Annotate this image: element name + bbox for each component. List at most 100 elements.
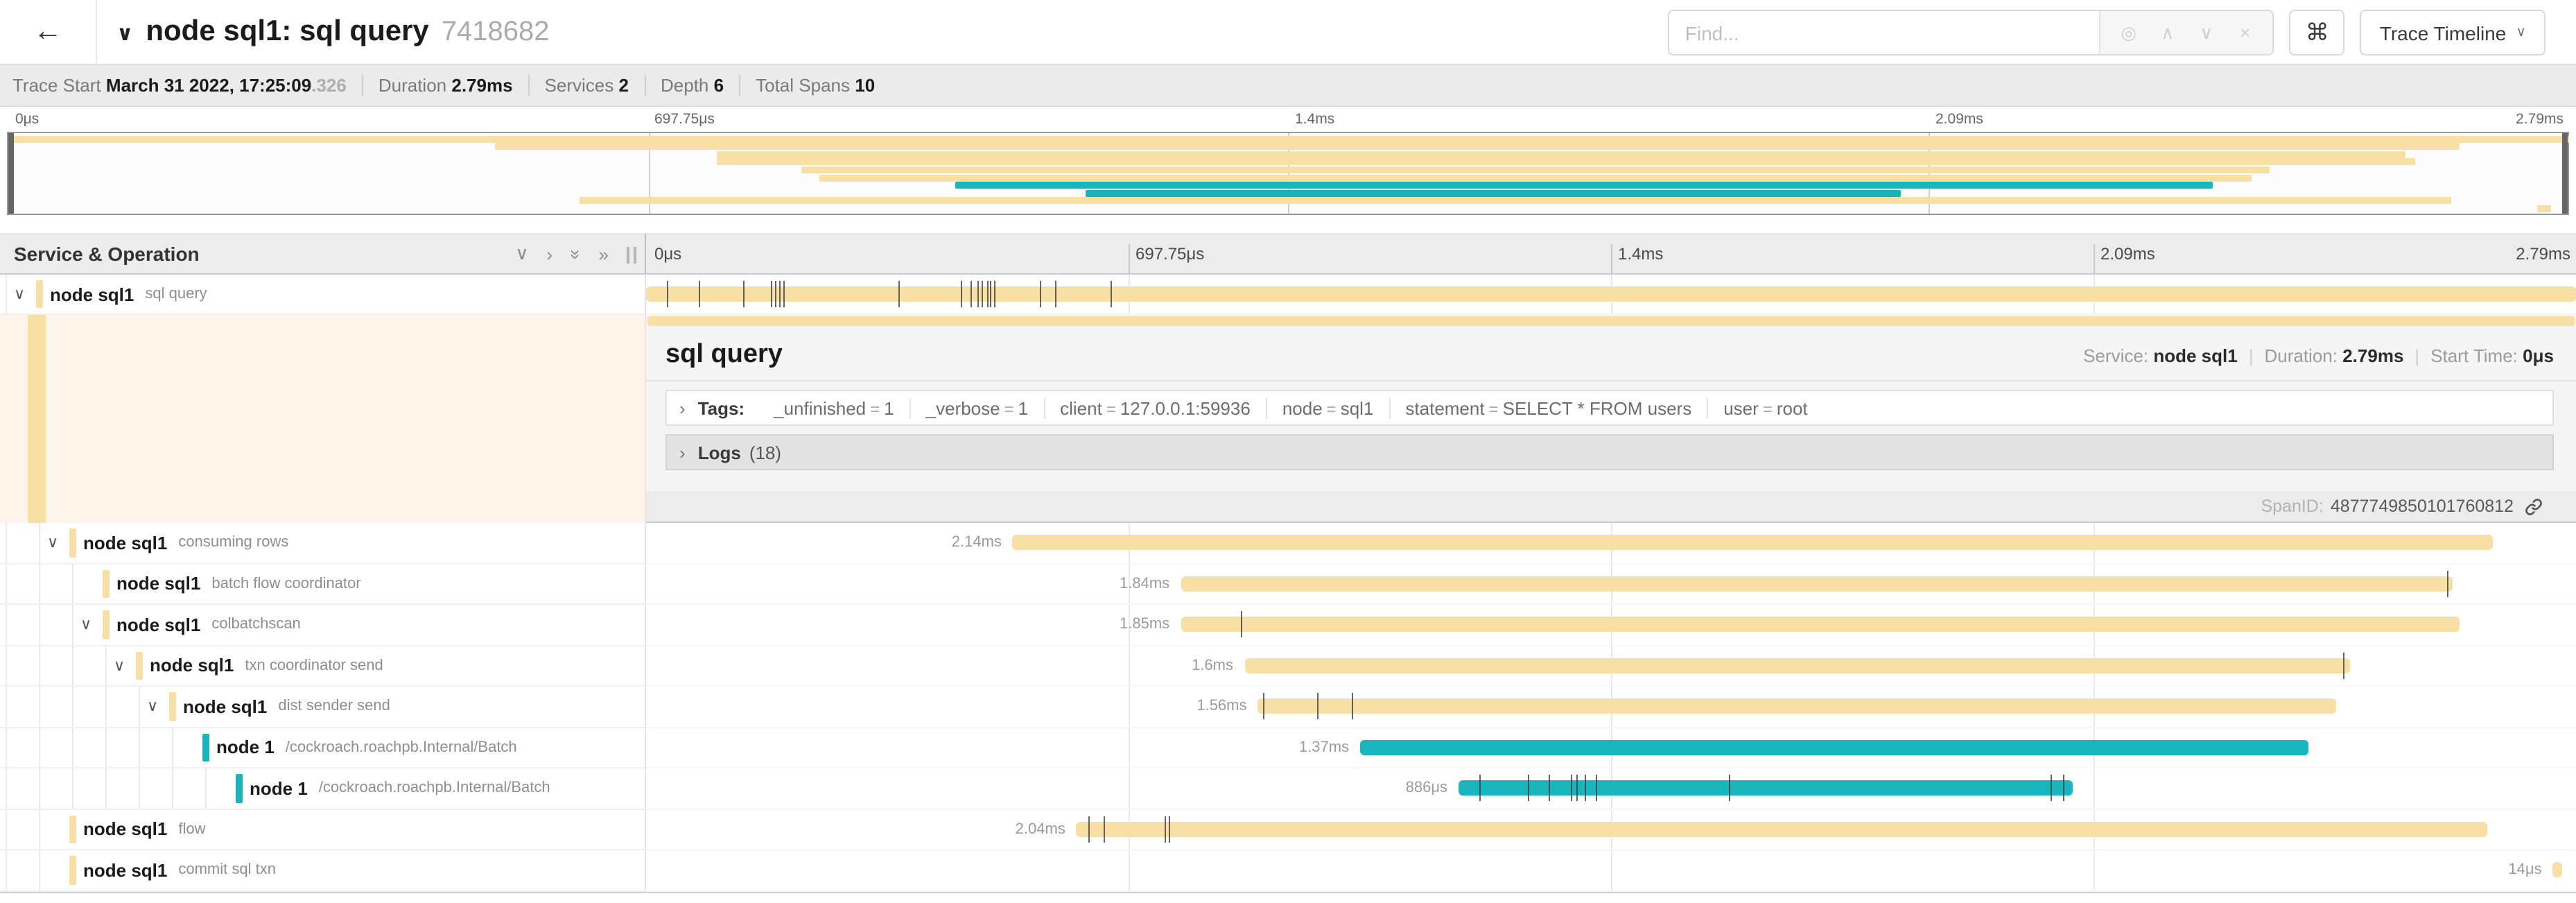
minimap-span-bar: [717, 150, 2405, 157]
log-marker: [1165, 816, 1167, 843]
span-name-cell[interactable]: node sql1flow: [0, 809, 646, 850]
expand-collapse-icon[interactable]: ∨: [114, 657, 125, 675]
span-bar-cell[interactable]: 1.84ms: [646, 564, 2576, 605]
minimap-span-bar: [819, 174, 2252, 181]
column-resizer[interactable]: [627, 247, 636, 264]
span-detail-header: sql query Service: node sql1|Duration: 2…: [646, 326, 2576, 381]
span-operation-name: sql query: [145, 286, 207, 302]
span-bar-cell[interactable]: 14μs: [646, 850, 2576, 891]
minimap-span-bar: [579, 198, 2451, 205]
span-bar[interactable]: [1181, 576, 2453, 592]
indent-guide: [72, 605, 73, 644]
command-icon: ⌘: [2306, 19, 2329, 46]
expand-one-icon[interactable]: ›: [546, 243, 552, 264]
span-bar[interactable]: [1013, 535, 2493, 551]
minimap-left-handle[interactable]: [8, 133, 14, 214]
tags-accordian[interactable]: › Tags: _unfinished=1_verbose=1client=12…: [665, 390, 2554, 426]
span-row[interactable]: node sql1batch flow coordinator1.84ms: [0, 564, 2576, 605]
span-bar-cell[interactable]: 1.85ms: [646, 605, 2576, 646]
span-name-cell[interactable]: ∨node sql1dist sender send: [0, 687, 646, 728]
indent-guide: [72, 768, 73, 808]
span-row[interactable]: ∨node sql1consuming rows 2.14ms: [0, 523, 2576, 564]
span-name-cell[interactable]: ∨node sql1colbatchscan: [0, 605, 646, 646]
span-duration-label: 2.14ms: [952, 535, 1002, 551]
collapse-all-icon[interactable]: »: [565, 249, 586, 259]
minimap-right-handle[interactable]: [2562, 133, 2568, 214]
span-bar[interactable]: [1181, 617, 2460, 633]
span-bar[interactable]: [1244, 658, 2350, 673]
minimap-span-bar: [802, 166, 2270, 173]
span-name-cell[interactable]: node sql1commit sql txn: [0, 850, 646, 891]
span-name-cell[interactable]: ∨node sql1txn coordinator send: [0, 646, 646, 687]
log-marker: [1055, 281, 1056, 307]
span-row[interactable]: ∨node sql1txn coordinator send1.6ms: [0, 646, 2576, 687]
trace-view-selector[interactable]: Trace Timeline ∨: [2360, 10, 2545, 55]
span-bar[interactable]: [1258, 699, 2337, 714]
child-span-rows: ∨node sql1consuming rows 2.14ms node sql1b…: [0, 523, 2576, 893]
span-duration-label: 886μs: [1406, 780, 1447, 797]
indent-guide: [139, 728, 140, 767]
expand-collapse-icon[interactable]: ∨: [47, 534, 58, 552]
span-row[interactable]: node 1/cockroach.roachpb.Internal/Batch1…: [0, 728, 2576, 768]
indent-guide: [6, 728, 7, 767]
indent-guide: [72, 646, 73, 685]
span-row[interactable]: node 1/cockroach.roachpb.Internal/Batch 8…: [0, 768, 2576, 809]
span-bar-cell[interactable]: 886μs: [646, 768, 2576, 809]
span-name-cell[interactable]: ∨node sql1sql query: [0, 275, 646, 315]
prev-match-icon[interactable]: ∧: [2148, 22, 2187, 44]
next-match-icon[interactable]: ∨: [2187, 22, 2226, 44]
log-marker: [1480, 775, 1481, 802]
span-name-cell[interactable]: node 1/cockroach.roachpb.Internal/Batch: [0, 728, 646, 768]
log-marker: [2062, 775, 2064, 802]
trace-summary-bar: Trace Start March 31 2022, 17:25:09.326 …: [0, 65, 2576, 107]
span-bar-cell[interactable]: 2.14ms: [646, 523, 2576, 564]
keyboard-shortcuts-button[interactable]: ⌘: [2290, 10, 2345, 55]
service-operation-header: Service & Operation ∨ › » »: [0, 234, 646, 273]
indent-guide: [172, 768, 173, 808]
deep-link-icon[interactable]: [2525, 497, 2543, 515]
tag-equals: =: [1489, 399, 1499, 418]
log-marker: [783, 281, 785, 307]
expand-collapse-icon[interactable]: ∨: [14, 285, 25, 303]
span-bar[interactable]: [1077, 822, 2487, 837]
logs-accordian[interactable]: › Logs (18): [665, 434, 2554, 470]
minimap-tick-label: 697.75μs: [654, 111, 715, 128]
expand-collapse-icon[interactable]: ∨: [80, 616, 92, 634]
span-bar[interactable]: [1360, 740, 2308, 755]
span-row[interactable]: node sql1flow2.04ms: [0, 809, 2576, 850]
span-row[interactable]: ∨node sql1sql query: [0, 275, 2576, 315]
span-row[interactable]: ∨node sql1dist sender send1.56ms: [0, 687, 2576, 728]
span-bar[interactable]: [2553, 863, 2563, 878]
tag-items: _unfinished=1_verbose=1client=127.0.0.1:…: [758, 391, 1823, 424]
root-span-row-container: ∨node sql1sql query: [0, 275, 2576, 315]
span-row[interactable]: node sql1commit sql txn14μs: [0, 850, 2576, 891]
span-bar-cell[interactable]: 1.56ms: [646, 687, 2576, 728]
collapse-trace-chevron-icon[interactable]: ∨: [116, 21, 133, 46]
span-accent-bar: [69, 856, 76, 884]
span-row[interactable]: ∨node sql1colbatchscan1.85ms: [0, 605, 2576, 646]
back-button[interactable]: ←: [0, 0, 97, 64]
tag-key: _unfinished: [774, 397, 866, 418]
clear-search-icon[interactable]: ×: [2226, 22, 2265, 43]
tag-value: 127.0.0.1:59936: [1120, 397, 1251, 418]
span-bar-cell[interactable]: [646, 275, 2576, 315]
log-marker: [978, 281, 980, 307]
indent-guide: [72, 564, 73, 603]
find-input[interactable]: [1670, 11, 2100, 54]
collapse-one-icon[interactable]: ∨: [515, 243, 528, 265]
expand-all-icon[interactable]: »: [599, 243, 609, 264]
span-name-cell[interactable]: node 1/cockroach.roachpb.Internal/Batch: [0, 768, 646, 809]
minimap[interactable]: [7, 132, 2569, 215]
span-bar[interactable]: [646, 286, 2576, 302]
timeline-gridline: [1129, 687, 1130, 726]
minimap-tick-label: 2.79ms: [2516, 111, 2564, 128]
span-name-cell[interactable]: ∨node sql1consuming rows: [0, 523, 646, 564]
span-bar-cell[interactable]: 1.37ms: [646, 728, 2576, 768]
span-accent-bar: [69, 815, 76, 843]
span-bar-cell[interactable]: 1.6ms: [646, 646, 2576, 687]
log-marker: [779, 281, 781, 307]
span-bar-cell[interactable]: 2.04ms: [646, 809, 2576, 850]
expand-collapse-icon[interactable]: ∨: [147, 698, 158, 716]
locate-icon[interactable]: ◎: [2109, 22, 2148, 44]
span-name-cell[interactable]: node sql1batch flow coordinator: [0, 564, 646, 605]
